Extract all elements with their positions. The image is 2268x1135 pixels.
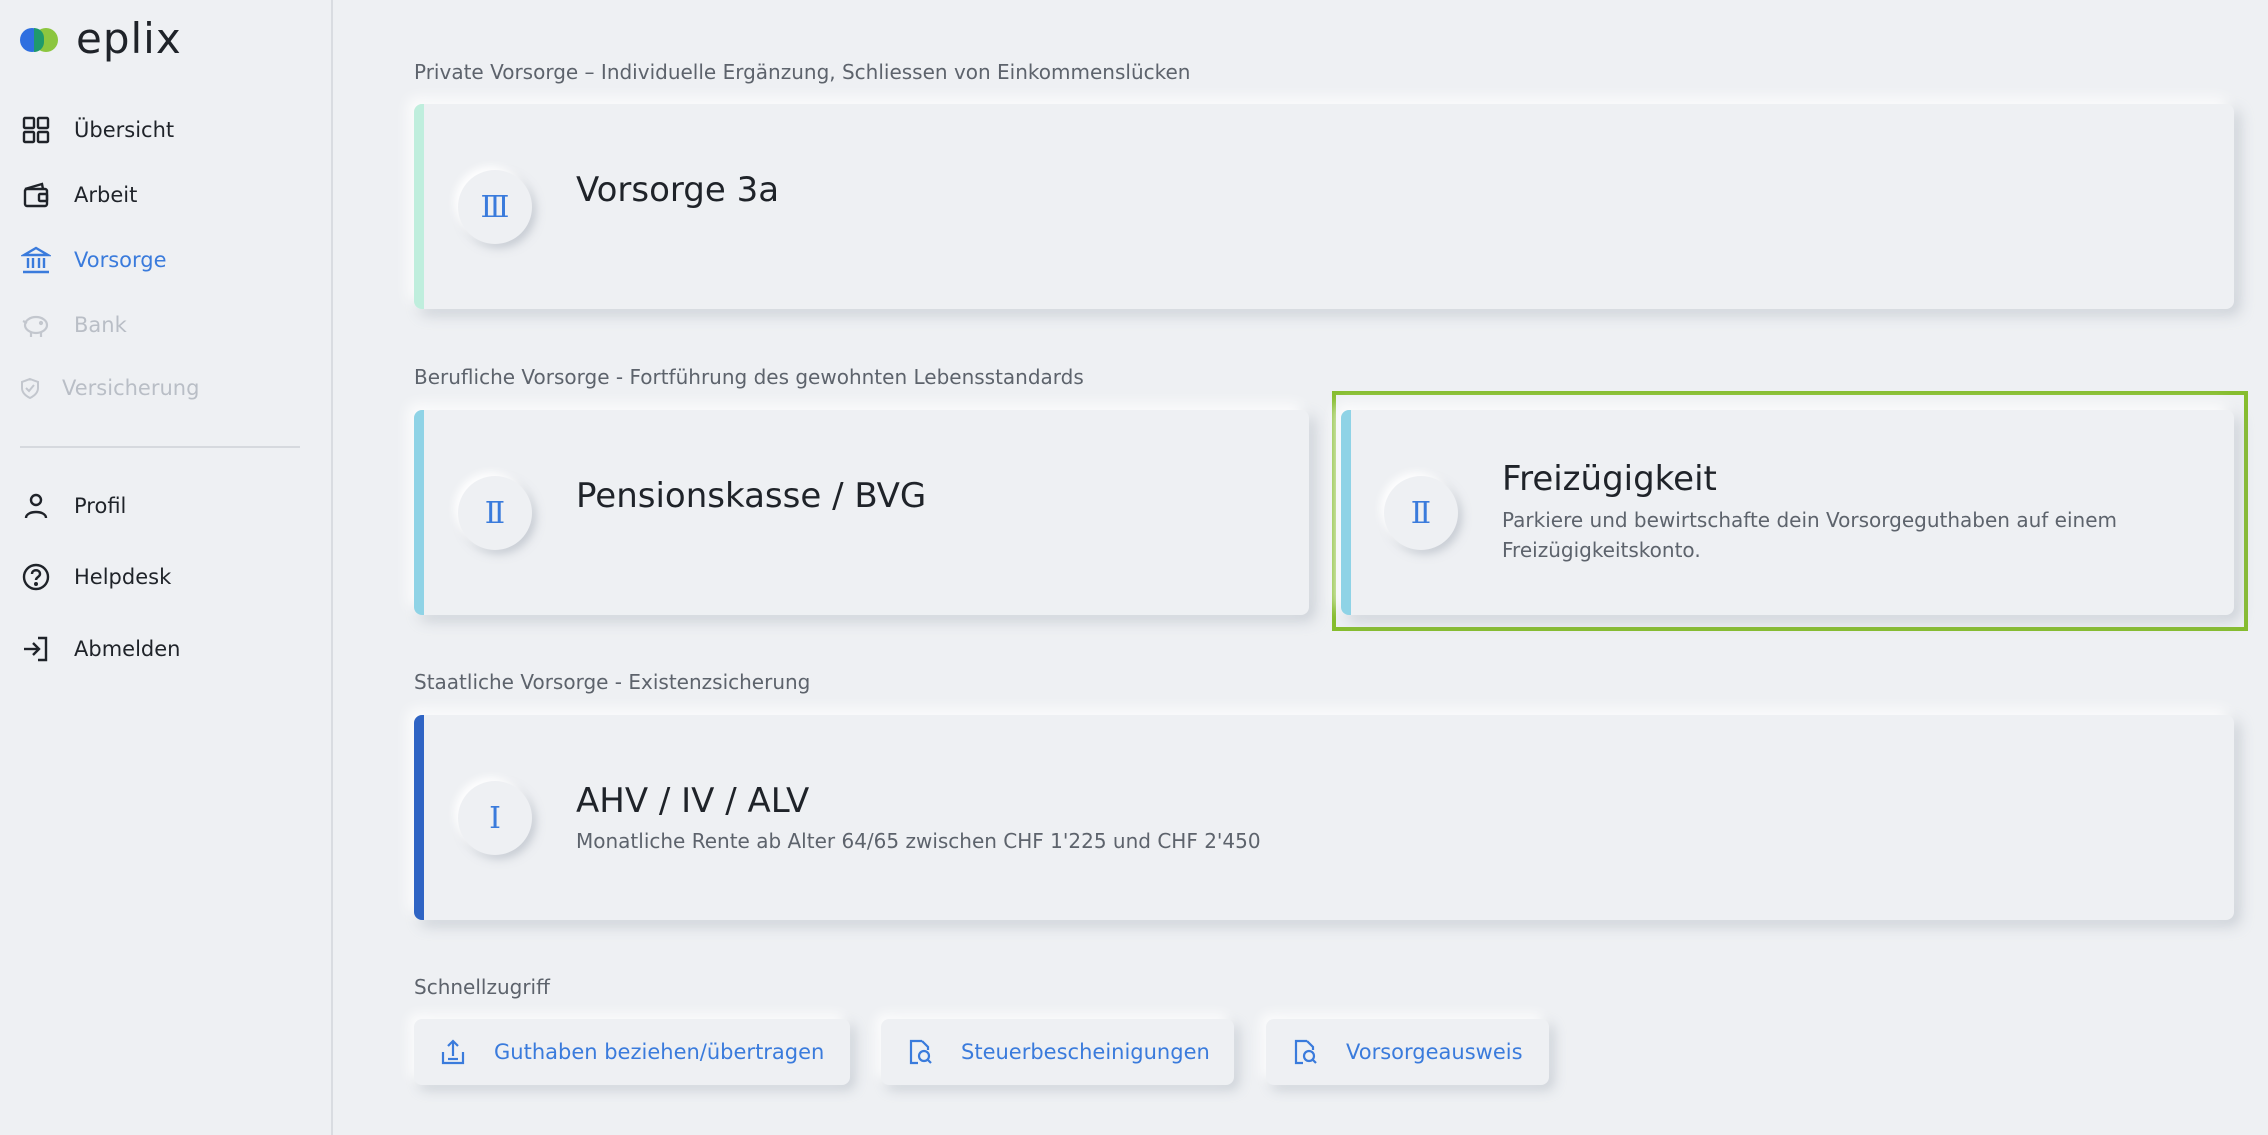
section-title-state: Staatliche Vorsorge - Existenzsicherung [414, 670, 811, 694]
card-stripe [414, 104, 424, 309]
piggy-bank-icon [20, 309, 52, 341]
sidebar-item-abmelden[interactable]: Abmelden [20, 629, 180, 669]
sidebar-item-uebersicht[interactable]: Übersicht [20, 110, 174, 150]
card-ahv-iv-alv[interactable]: Ⅰ AHV / IV / ALV Monatliche Rente ab Alt… [414, 715, 2234, 920]
pillar-2-icon: Ⅱ [458, 476, 532, 550]
card-title: Freizügigkeit [1502, 459, 1717, 499]
wallet-icon [20, 179, 52, 211]
card-freizuegigkeit[interactable]: Ⅱ Freizügigkeit Parkiere und bewirtschaf… [1341, 410, 2234, 615]
quick-vorsorgeausweis-button[interactable]: Vorsorgeausweis [1266, 1019, 1549, 1085]
logo-mark-icon [20, 19, 60, 59]
card-description: Monatliche Rente ab Alter 64/65 zwischen… [576, 829, 1261, 853]
card-stripe [414, 410, 424, 615]
quick-label: Vorsorgeausweis [1346, 1040, 1523, 1064]
sidebar-item-label: Übersicht [74, 118, 175, 142]
section-title-quickaccess: Schnellzugriff [414, 975, 550, 999]
pillar-3-icon: Ⅲ [458, 170, 532, 244]
card-title: AHV / IV / ALV [576, 781, 810, 821]
card-description: Parkiere und bewirtschafte dein Vorsorge… [1502, 508, 2117, 562]
quick-guthaben-button[interactable]: Guthaben beziehen/übertragen [414, 1019, 850, 1085]
user-icon [20, 490, 52, 522]
sidebar-item-bank: Bank [20, 305, 127, 345]
bank-icon [20, 244, 52, 276]
sidebar-item-versicherung: Versicherung [20, 368, 199, 408]
pillar-2-icon: Ⅱ [1384, 476, 1458, 550]
sidebar-divider [20, 446, 300, 448]
card-title: Pensionskasse / BVG [576, 476, 927, 516]
sidebar-item-label: Versicherung [62, 376, 200, 400]
card-stripe [1341, 410, 1351, 615]
eplix-logo[interactable]: eplix [20, 14, 182, 63]
upload-icon [438, 1037, 468, 1067]
card-stripe [414, 715, 424, 920]
sidebar-item-label: Vorsorge [74, 248, 167, 272]
grid-icon [20, 114, 52, 146]
document-search-icon [1290, 1037, 1320, 1067]
sidebar-item-label: Profil [74, 494, 127, 518]
quick-label: Guthaben beziehen/übertragen [494, 1040, 825, 1064]
shield-icon [20, 372, 40, 404]
sidebar-item-label: Abmelden [74, 637, 181, 661]
document-search-icon [905, 1037, 935, 1067]
quick-steuerbescheinigungen-button[interactable]: Steuerbescheinigungen [881, 1019, 1234, 1085]
quick-label: Steuerbescheinigungen [961, 1040, 1210, 1064]
sidebar-item-arbeit[interactable]: Arbeit [20, 175, 137, 215]
sidebar-item-label: Helpdesk [74, 565, 172, 589]
section-title-private: Private Vorsorge – Individuelle Ergänzun… [414, 60, 1191, 84]
sidebar-item-label: Bank [74, 313, 127, 337]
section-title-occupational: Berufliche Vorsorge - Fortführung des ge… [414, 365, 1084, 389]
card-title: Vorsorge 3a [576, 170, 780, 210]
card-vorsorge-3a[interactable]: Ⅲ Vorsorge 3a [414, 104, 2234, 309]
sidebar-item-helpdesk[interactable]: Helpdesk [20, 557, 171, 597]
sidebar-item-profil[interactable]: Profil [20, 486, 126, 526]
help-icon [20, 561, 52, 593]
sidebar-item-vorsorge[interactable]: Vorsorge [20, 240, 167, 280]
sidebar-item-label: Arbeit [74, 183, 138, 207]
logo-text: eplix [76, 14, 182, 63]
sidebar: eplix Übersicht Arbeit Vorsorge Bank Ver… [0, 0, 333, 1135]
logout-icon [20, 633, 52, 665]
card-pensionskasse-bvg[interactable]: Ⅱ Pensionskasse / BVG [414, 410, 1309, 615]
pillar-1-icon: Ⅰ [458, 781, 532, 855]
